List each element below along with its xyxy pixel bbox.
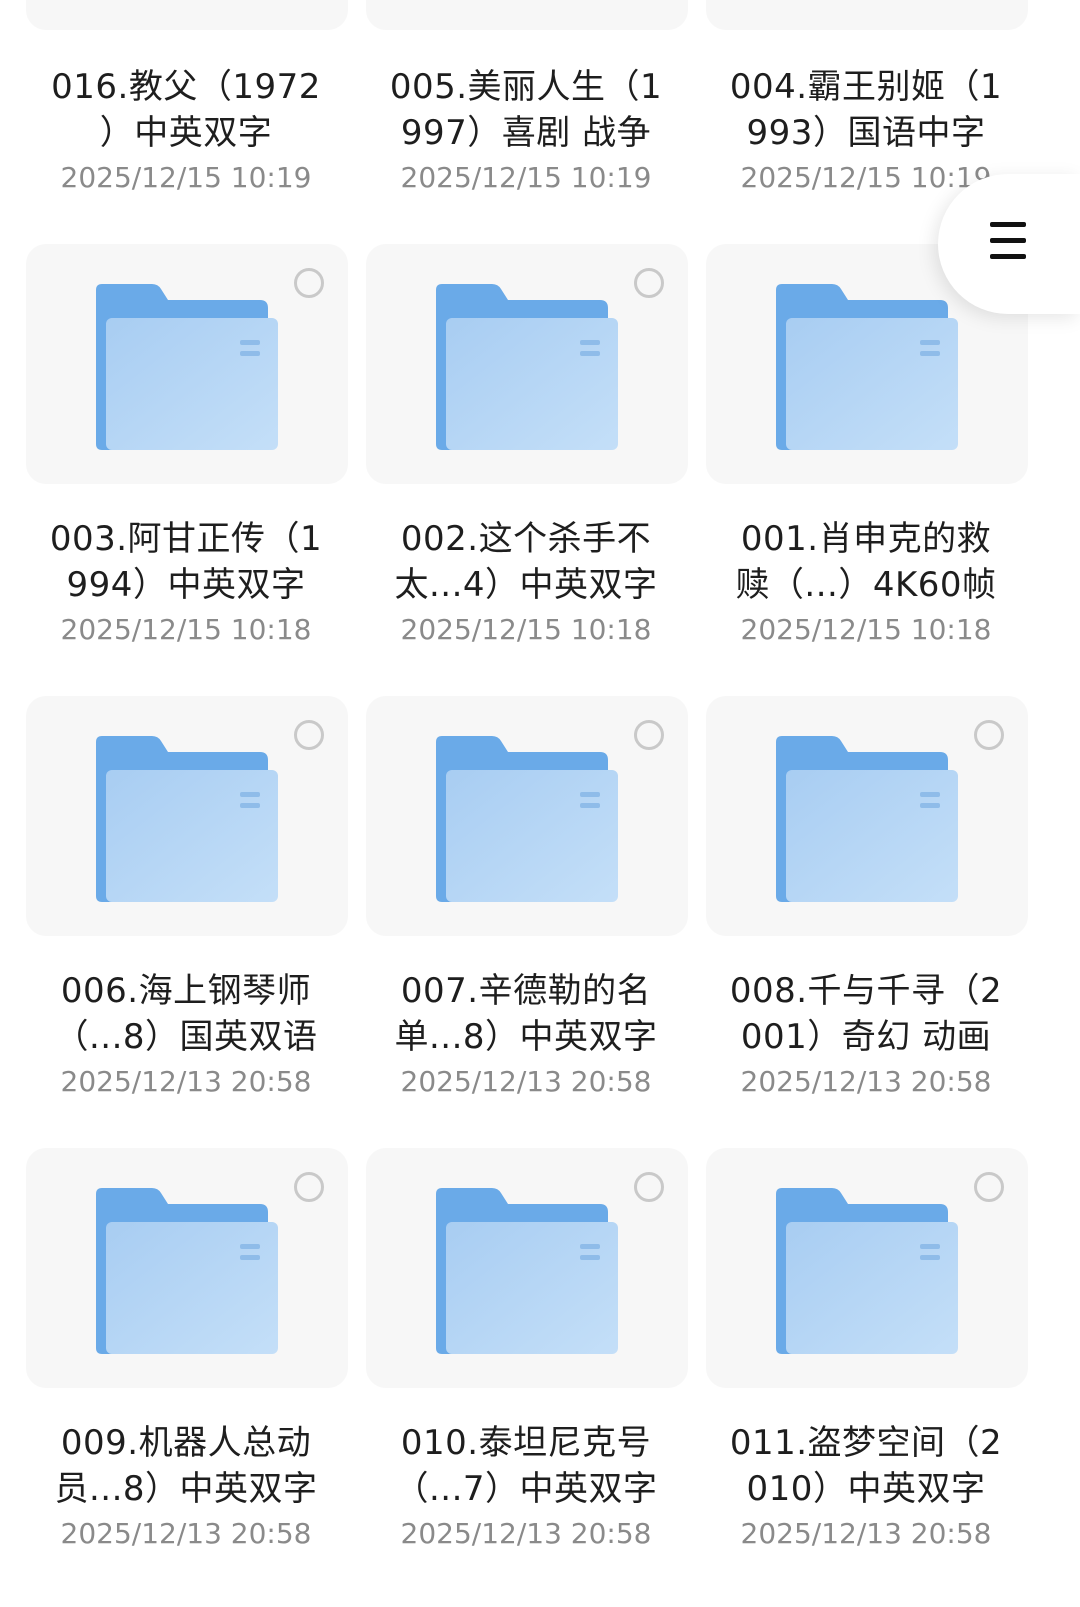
select-checkbox[interactable]: [634, 1172, 664, 1202]
folder-date: 2025/12/15 10:19: [60, 161, 312, 194]
folder-thumbnail[interactable]: [706, 696, 1028, 936]
floating-menu-button[interactable]: [938, 174, 1080, 314]
folder-date: 2025/12/15 10:19: [400, 161, 652, 194]
folder-name: 003.阿甘正传（1 994）中英双字: [49, 519, 323, 605]
menu-icon: [990, 222, 1026, 260]
select-checkbox[interactable]: [974, 1172, 1004, 1202]
folder-date: 2025/12/13 20:58: [400, 1517, 652, 1550]
folder-thumbnail[interactable]: [706, 1148, 1028, 1388]
folder-date: 2025/12/15 10:18: [740, 613, 992, 646]
select-checkbox[interactable]: [974, 720, 1004, 750]
folder-icon: [96, 284, 278, 450]
folder-name: 011.盗梦空间（2 010）中英双字: [729, 1423, 1003, 1509]
folder-thumbnail[interactable]: [26, 696, 348, 936]
folder-grid: 016.教父（1972 ）中英双字 2025/12/15 10:19 005.美…: [0, 0, 1080, 1607]
folder-name: 008.千与千寻（2 001）奇幻 动画: [729, 971, 1003, 1057]
folder-date: 2025/12/13 20:58: [60, 1517, 312, 1550]
select-checkbox[interactable]: [294, 720, 324, 750]
select-checkbox[interactable]: [294, 268, 324, 298]
folder-icon: [96, 1188, 278, 1354]
folder-date: 2025/12/13 20:58: [740, 1517, 992, 1550]
folder-icon: [776, 1188, 958, 1354]
folder-icon: [436, 736, 618, 902]
select-checkbox[interactable]: [294, 1172, 324, 1202]
folder-name: 004.霸王别姬（1 993）国语中字: [729, 67, 1003, 153]
folder-date: 2025/12/15 10:18: [400, 613, 652, 646]
folder-name: 005.美丽人生（1 997）喜剧 战争: [389, 67, 663, 153]
select-checkbox[interactable]: [634, 268, 664, 298]
folder-name: 007.辛德勒的名 单...8）中英双字: [394, 971, 658, 1057]
folder-icon: [96, 736, 278, 902]
folder-thumbnail[interactable]: [366, 696, 688, 936]
folder-name: 002.这个杀手不 太...4）中英双字: [394, 519, 658, 605]
folder-thumbnail[interactable]: [26, 1148, 348, 1388]
folder-icon: [436, 284, 618, 450]
folder-name: 001.肖申克的救 赎（...）4K60帧: [735, 519, 997, 605]
folder-date: 2025/12/13 20:58: [400, 1065, 652, 1098]
folder-date: 2025/12/13 20:58: [740, 1065, 992, 1098]
folder-date: 2025/12/13 20:58: [60, 1065, 312, 1098]
folder-icon: [776, 284, 958, 450]
folder-thumbnail[interactable]: [26, 244, 348, 484]
folder-thumbnail[interactable]: [366, 1148, 688, 1388]
folder-icon: [436, 1188, 618, 1354]
folder-name: 016.教父（1972 ）中英双字: [51, 67, 321, 153]
folder-name: 009.机器人总动 员...8）中英双字: [54, 1423, 318, 1509]
folder-thumbnail[interactable]: [366, 244, 688, 484]
folder-name: 006.海上钢琴师 （...8）国英双语: [54, 971, 318, 1057]
folder-name: 010.泰坦尼克号 （...7）中英双字: [394, 1423, 658, 1509]
select-checkbox[interactable]: [634, 720, 664, 750]
folder-date: 2025/12/15 10:18: [60, 613, 312, 646]
folder-icon: [776, 736, 958, 902]
